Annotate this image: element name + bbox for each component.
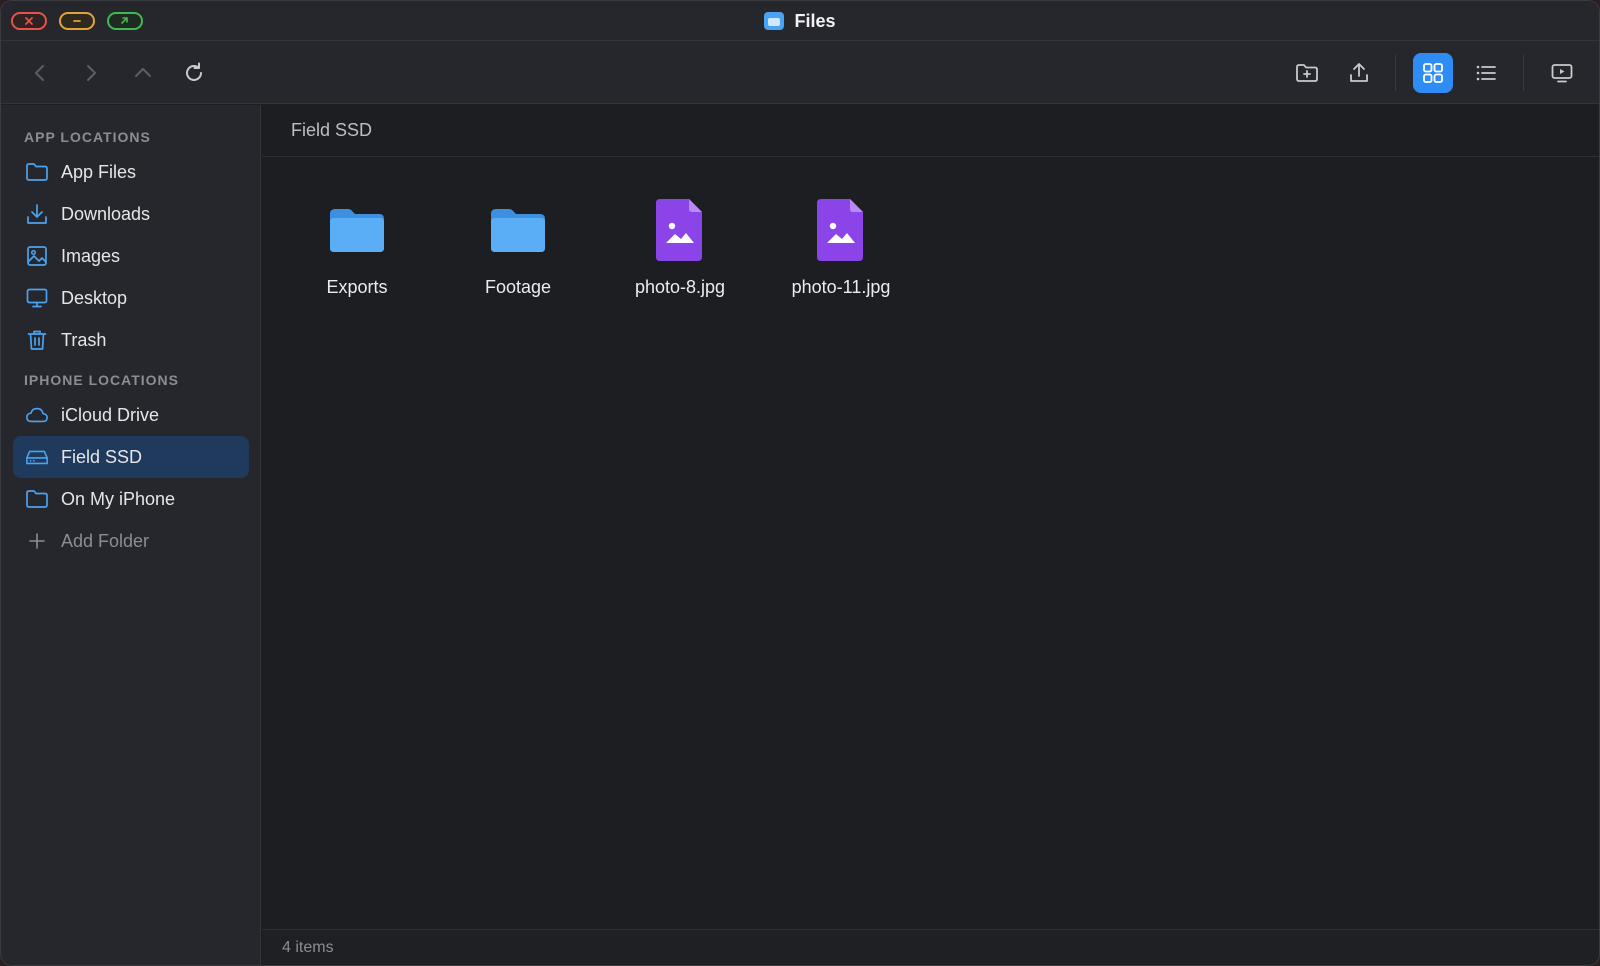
drive-icon bbox=[25, 445, 49, 469]
main-content: Field SSD Exports Footage photo-8.jpg ph… bbox=[262, 105, 1599, 965]
present-button[interactable] bbox=[1542, 53, 1582, 93]
screen-play-icon bbox=[1551, 64, 1573, 83]
window-title-text: Files bbox=[794, 10, 836, 31]
cloud-icon bbox=[25, 403, 49, 427]
sidebar-item-label: iCloud Drive bbox=[61, 404, 160, 425]
toolbar-divider bbox=[1395, 55, 1396, 91]
folder-icon bbox=[25, 487, 49, 511]
files-window: Files APP LOCATIONS App Files Downloads … bbox=[0, 0, 1600, 966]
file-name: Footage bbox=[484, 277, 552, 297]
add-folder-button[interactable]: Add Folder bbox=[13, 520, 249, 562]
file-item-footage[interactable]: Footage bbox=[448, 195, 588, 305]
sidebar-item-field-ssd[interactable]: Field SSD bbox=[13, 436, 249, 478]
grid-icon bbox=[1423, 63, 1443, 83]
sidebar-item-label: Trash bbox=[61, 329, 107, 350]
folder-icon bbox=[322, 195, 392, 265]
title-bar: Files bbox=[1, 1, 1599, 41]
refresh-icon bbox=[186, 62, 202, 81]
app-locations-heading: APP LOCATIONS bbox=[24, 129, 151, 145]
folder-plus-icon bbox=[1296, 64, 1318, 82]
back-button[interactable] bbox=[20, 53, 60, 93]
refresh-button[interactable] bbox=[174, 53, 214, 93]
upload-icon bbox=[1350, 63, 1368, 82]
sidebar-item-label: Desktop bbox=[61, 287, 128, 308]
forward-button[interactable] bbox=[71, 53, 111, 93]
sidebar-item-label: On My iPhone bbox=[61, 488, 176, 509]
sidebar-item-desktop[interactable]: Desktop bbox=[13, 277, 249, 319]
sidebar-item-label: Images bbox=[61, 245, 121, 266]
toolbar-divider bbox=[1523, 55, 1524, 91]
iphone-locations-heading: IPHONE LOCATIONS bbox=[24, 372, 179, 388]
file-item-exports[interactable]: Exports bbox=[287, 195, 427, 305]
sidebar-item-downloads[interactable]: Downloads bbox=[13, 193, 249, 235]
file-name: Exports bbox=[326, 277, 388, 297]
current-path: Field SSD bbox=[291, 120, 373, 140]
sidebar-item-label: Downloads bbox=[61, 203, 151, 224]
chevron-up-icon bbox=[135, 68, 151, 77]
download-icon bbox=[25, 202, 49, 226]
item-count: 4 items bbox=[282, 938, 334, 956]
files-app-icon bbox=[764, 12, 785, 30]
plus-icon bbox=[25, 529, 49, 553]
upload-button[interactable] bbox=[1339, 53, 1379, 93]
status-bar: 4 items bbox=[262, 929, 1599, 965]
trash-icon bbox=[25, 328, 49, 352]
folder-icon bbox=[483, 195, 553, 265]
file-name: photo-8.jpg bbox=[634, 277, 726, 297]
file-item-photo-11[interactable]: photo-11.jpg bbox=[771, 195, 911, 305]
sidebar-item-label: Field SSD bbox=[61, 446, 143, 467]
folder-icon bbox=[25, 160, 49, 184]
sidebar-item-trash[interactable]: Trash bbox=[13, 319, 249, 361]
list-view-button[interactable] bbox=[1466, 53, 1506, 93]
window-title: Files bbox=[1, 1, 1599, 41]
sidebar-item-icloud-drive[interactable]: iCloud Drive bbox=[13, 394, 249, 436]
sidebar-item-on-my-iphone[interactable]: On My iPhone bbox=[13, 478, 249, 520]
path-bar: Field SSD bbox=[262, 105, 1599, 157]
sidebar: APP LOCATIONS App Files Downloads Images… bbox=[1, 105, 261, 965]
sidebar-item-images[interactable]: Images bbox=[13, 235, 249, 277]
image-file-icon bbox=[806, 195, 876, 265]
image-file-icon bbox=[645, 195, 715, 265]
toolbar bbox=[1, 41, 1599, 104]
chevron-right-icon bbox=[87, 65, 96, 81]
image-icon bbox=[25, 244, 49, 268]
sidebar-item-app-files[interactable]: App Files bbox=[13, 151, 249, 193]
new-folder-button[interactable] bbox=[1287, 53, 1327, 93]
list-icon bbox=[1476, 65, 1496, 81]
file-name: photo-11.jpg bbox=[791, 277, 891, 297]
add-folder-label: Add Folder bbox=[61, 530, 150, 551]
grid-view-button[interactable] bbox=[1413, 53, 1453, 93]
chevron-left-icon bbox=[35, 65, 44, 81]
monitor-icon bbox=[25, 286, 49, 310]
up-button[interactable] bbox=[123, 53, 163, 93]
sidebar-item-label: App Files bbox=[61, 161, 137, 182]
file-item-photo-8[interactable]: photo-8.jpg bbox=[610, 195, 750, 305]
